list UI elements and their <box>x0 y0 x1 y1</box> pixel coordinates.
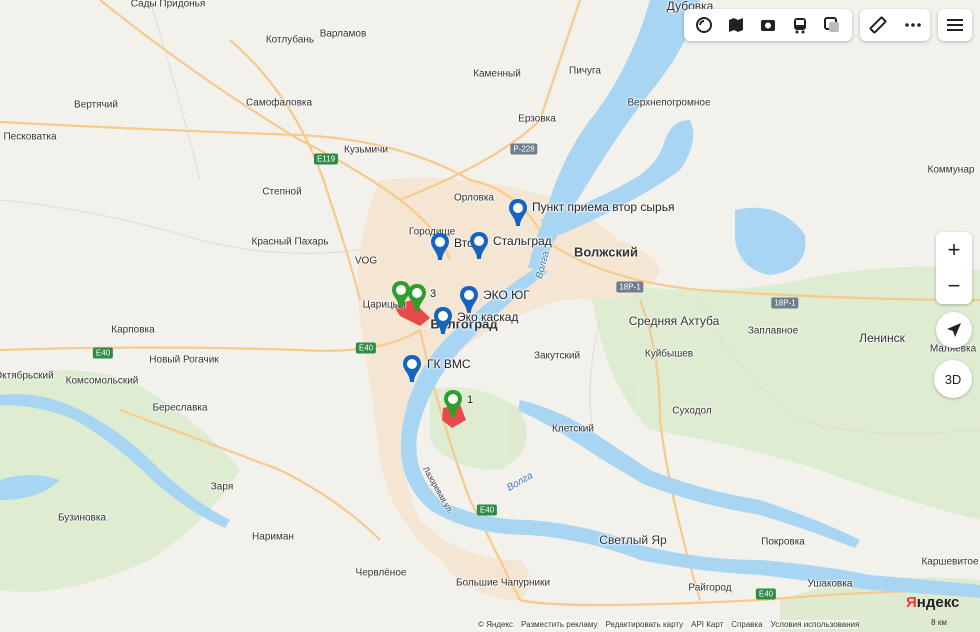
road-shield: E40 <box>755 588 777 600</box>
place-label: Куйбышев <box>644 348 694 360</box>
footer-ads-link[interactable]: Разместить рекламу <box>521 620 598 629</box>
place-label: Ерзовка <box>518 113 556 125</box>
map-layers-toolbar <box>684 9 852 41</box>
placemark-label[interactable]: ГК ВМС <box>427 357 471 371</box>
place-label: Светлый Яр <box>599 533 667 547</box>
numbered-pin-label: 3 <box>430 288 437 300</box>
place-label: Песковатка <box>3 131 57 143</box>
placemark-pin[interactable] <box>432 306 454 336</box>
place-label: Карповка <box>111 324 155 336</box>
zoom-out-button[interactable]: − <box>936 268 972 304</box>
place-label: Червлёное <box>355 567 407 579</box>
ruler-icon[interactable] <box>865 12 891 38</box>
place-label: Сады Придонья <box>130 0 206 10</box>
place-label: Нариман <box>252 531 294 543</box>
place-label: Каршевитое <box>921 556 979 568</box>
place-label: Самофаловка <box>245 97 313 109</box>
footer-edit-map-link[interactable]: Редактировать карту <box>605 620 684 629</box>
place-label: Варламов <box>319 28 367 40</box>
place-label: Береславка <box>152 402 208 414</box>
footer-copyright[interactable]: © Яндекс <box>478 620 514 629</box>
placemark-label[interactable]: Пункт приема втор сырья <box>532 200 674 214</box>
place-label: Райгород <box>688 582 732 594</box>
map-scale: 8 км <box>904 618 974 627</box>
place-label: Средняя Ахтуба <box>628 314 720 328</box>
road-shield: E40 <box>355 342 377 354</box>
road-shield: E40 <box>92 347 114 359</box>
numbered-pin[interactable] <box>442 389 464 419</box>
place-label: Суходол <box>672 405 712 417</box>
road-shield: 18P-1 <box>616 281 644 293</box>
place-label: VOG <box>354 255 378 267</box>
traffic-icon[interactable] <box>819 12 845 38</box>
footer-help-link[interactable]: Справка <box>731 620 763 629</box>
road-shield: P-228 <box>510 143 538 155</box>
road-shield: E119 <box>313 153 339 165</box>
place-label: Заплавное <box>747 325 799 337</box>
place-label: Орловка <box>454 192 494 204</box>
place-label: Коммунар <box>927 164 975 176</box>
place-label: Красный Пахарь <box>251 236 329 248</box>
footer-api-link[interactable]: API Карт <box>691 620 724 629</box>
place-label: Заря <box>210 481 234 493</box>
placemark-pin[interactable] <box>468 231 490 261</box>
footer-terms-link[interactable]: Условия использования <box>770 620 860 629</box>
place-label: Котлубань <box>265 34 315 46</box>
place-label: Вертячий <box>74 99 118 111</box>
place-label: Ушаковка <box>807 578 853 590</box>
place-label: Новый Рогачик <box>149 354 219 366</box>
road-shield: 18P-1 <box>771 297 799 309</box>
menu-button[interactable] <box>938 9 972 41</box>
place-label: Бузиновка <box>57 512 107 524</box>
placemark-label[interactable]: ЭКО ЮГ <box>483 288 530 302</box>
zoom-in-button[interactable]: + <box>936 232 972 268</box>
yandex-logo[interactable]: Яндекс <box>906 594 959 611</box>
scale-label: 8 км <box>931 618 947 627</box>
photo-icon[interactable] <box>755 12 781 38</box>
hamburger-icon <box>947 19 963 31</box>
placemark-pin[interactable] <box>401 354 423 384</box>
placemark-label[interactable]: Стальград <box>493 234 552 248</box>
road-shield: E40 <box>476 504 498 516</box>
layers-icon[interactable] <box>691 12 717 38</box>
map-tools-toolbar <box>860 9 930 41</box>
location-arrow-icon <box>947 323 961 337</box>
place-label: Большие Чапурники <box>455 577 551 589</box>
transport-icon[interactable] <box>787 12 813 38</box>
geolocation-button[interactable] <box>936 312 972 348</box>
place-label: Волжский <box>573 244 639 260</box>
place-label: Ленинск <box>859 331 905 345</box>
3d-button[interactable]: 3D <box>934 360 972 398</box>
numbered-pin-label: 1 <box>467 394 474 406</box>
place-label: Покровка <box>761 536 805 548</box>
place-label: Закутский <box>533 350 581 362</box>
placemark-pin[interactable] <box>507 198 529 228</box>
place-label: Пичуга <box>569 65 601 77</box>
place-label: Кузьмичи <box>344 144 388 156</box>
zoom-controls: + − <box>936 232 972 304</box>
place-label: Верхнепогромное <box>627 97 711 109</box>
place-label: Октябрьский <box>0 370 54 382</box>
map-footer: © Яндекс Разместить рекламу Редактироват… <box>478 620 860 629</box>
more-icon[interactable] <box>900 12 926 38</box>
place-label: Каменный <box>473 68 521 80</box>
place-label: Комсомольский <box>65 375 139 387</box>
panorama-icon[interactable] <box>723 12 749 38</box>
placemark-pin[interactable] <box>429 232 451 262</box>
placemark-label[interactable]: Эко каскад <box>457 310 518 324</box>
numbered-pin[interactable] <box>406 283 428 313</box>
place-label: Степной <box>262 186 302 198</box>
place-label: Клетский <box>552 423 594 435</box>
